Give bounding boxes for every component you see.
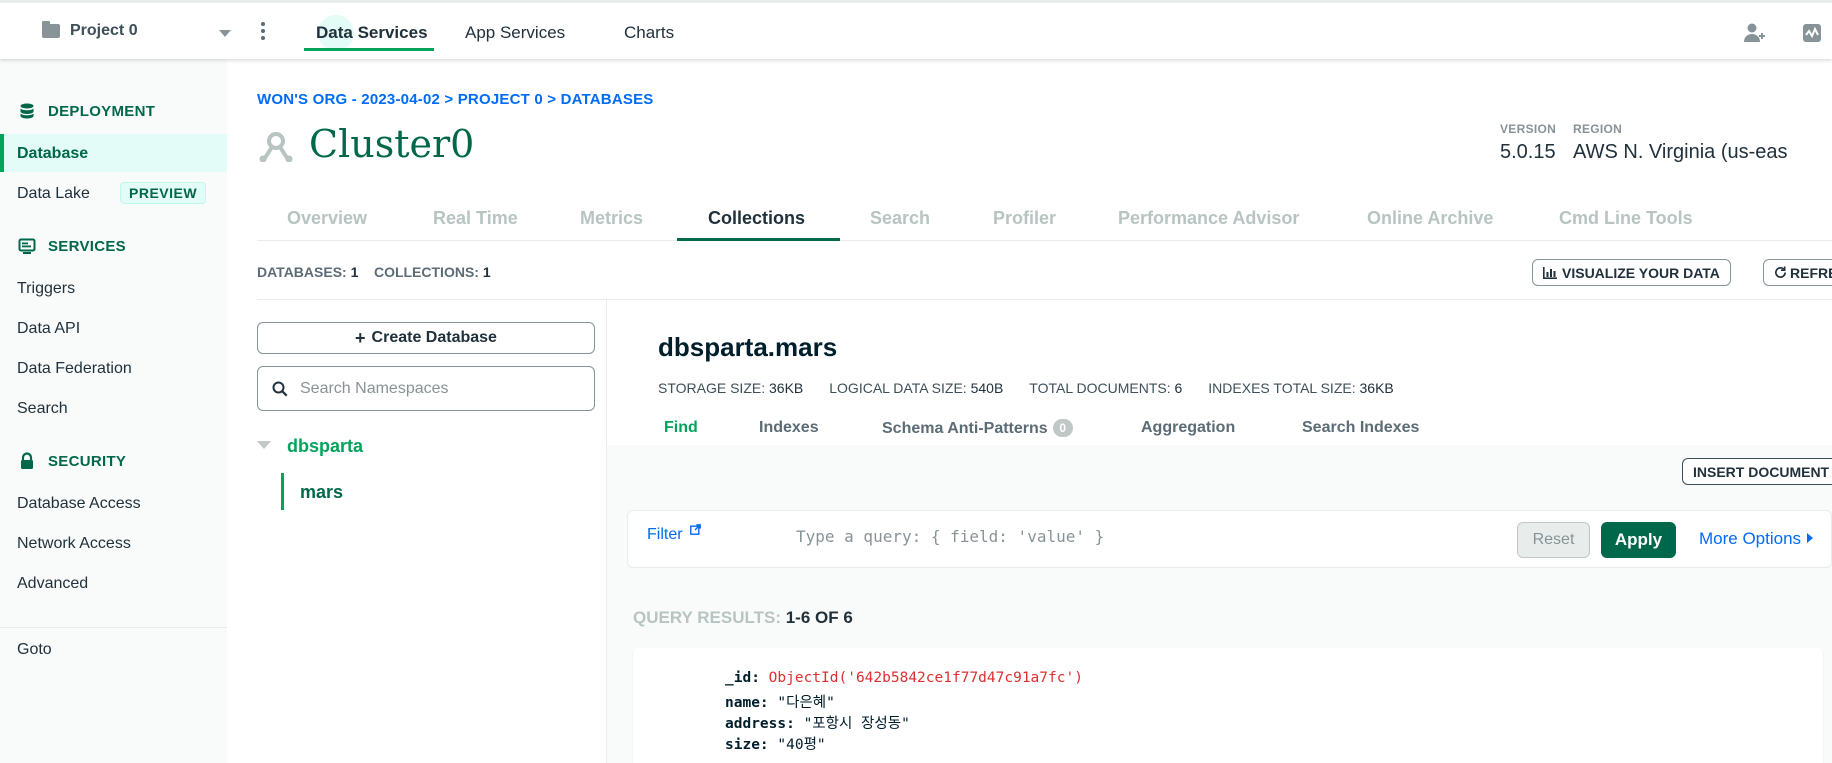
subtab-search-indexes[interactable]: Search Indexes: [1302, 419, 1419, 437]
apply-button[interactable]: Apply: [1601, 522, 1676, 558]
tab-performance-advisor[interactable]: Performance Advisor: [1118, 208, 1299, 229]
namespace-title: dbsparta.mars: [658, 332, 838, 362]
bar-chart-icon: [1543, 266, 1557, 279]
sidebar: DEPLOYMENT Database Data Lake PREVIEW SE…: [0, 59, 227, 763]
tab-cmd-line-tools[interactable]: Cmd Line Tools: [1559, 208, 1693, 229]
sidebar-item-data-api[interactable]: Data API: [17, 320, 80, 338]
subtab-indexes[interactable]: Indexes: [759, 419, 819, 437]
tab-real-time[interactable]: Real Time: [433, 208, 518, 229]
services-icon: [18, 238, 36, 254]
sidebar-item-triggers[interactable]: Triggers: [17, 280, 75, 298]
tab-search[interactable]: Search: [870, 208, 930, 229]
chevron-down-icon[interactable]: [257, 441, 271, 449]
tab-app-services[interactable]: App Services: [465, 23, 565, 43]
namespace-counts: DATABASES: 1 COLLECTIONS: 1: [257, 264, 491, 280]
version-label: VERSION: [1500, 122, 1557, 136]
content-divider: [257, 299, 1832, 300]
tab-profiler[interactable]: Profiler: [993, 208, 1056, 229]
query-results-count: QUERY RESULTS: 1-6 OF 6: [633, 608, 853, 627]
region-value: AWS N. Virginia (us-eas: [1573, 141, 1788, 163]
deployment-header: DEPLOYMENT: [18, 102, 155, 120]
database-icon: [20, 103, 34, 119]
preview-badge: PREVIEW: [120, 182, 207, 204]
caret-right-icon: [1807, 533, 1814, 543]
subtab-schema-anti-patterns[interactable]: Schema Anti-Patterns 0: [882, 419, 1073, 438]
project-name: Project 0: [70, 22, 138, 39]
more-options-link[interactable]: More Options: [1699, 529, 1814, 549]
logical-size-stat: LOGICAL DATA SIZE: 540B: [829, 380, 1004, 396]
storage-size-stat: STORAGE SIZE: 36KB: [658, 380, 804, 396]
tree-collection-mars[interactable]: mars: [300, 482, 343, 503]
doc-field-address: address: "포항시 장성동": [725, 716, 910, 732]
collection-active-indicator: [281, 473, 284, 510]
create-database-button[interactable]: + Create Database: [257, 322, 595, 354]
active-tab-indicator: [304, 48, 434, 51]
sidebar-item-goto[interactable]: Goto: [17, 641, 52, 659]
indexes-size-stat: INDEXES TOTAL SIZE: 36KB: [1208, 380, 1394, 396]
chevron-down-icon[interactable]: [219, 30, 231, 37]
refresh-icon: [1775, 266, 1786, 278]
kebab-icon[interactable]: [260, 22, 266, 42]
activity-icon[interactable]: [1800, 21, 1824, 45]
cluster-title: Cluster0: [309, 122, 475, 166]
project-selector[interactable]: Project 0: [42, 21, 138, 40]
sidebar-item-database[interactable]: Database: [17, 145, 88, 163]
services-header: SERVICES: [18, 237, 126, 255]
refresh-button[interactable]: REFRE: [1763, 259, 1832, 286]
sidebar-divider: [0, 627, 227, 628]
tree-database-dbsparta[interactable]: dbsparta: [287, 436, 363, 457]
external-link-icon[interactable]: [690, 524, 701, 535]
lock-icon: [21, 452, 33, 469]
doc-field-id: _id: ObjectId('642b5842ce1f77d47c91a7fc'…: [725, 670, 1083, 686]
sidebar-item-search[interactable]: Search: [17, 400, 68, 418]
filter-link[interactable]: Filter: [647, 526, 683, 544]
sidebar-item-advanced[interactable]: Advanced: [17, 575, 88, 593]
cluster-icon: [259, 132, 293, 162]
total-documents-stat: TOTAL DOCUMENTS: 6: [1029, 380, 1183, 396]
breadcrumb[interactable]: WON'S ORG - 2023-04-02 > PROJECT 0 > DAT…: [257, 91, 653, 108]
insert-document-button[interactable]: INSERT DOCUMENT: [1682, 458, 1832, 485]
active-tab-indicator: [677, 238, 840, 241]
tab-data-services[interactable]: Data Services: [316, 23, 428, 43]
version-value: 5.0.15: [1500, 141, 1556, 163]
query-input[interactable]: [796, 527, 1486, 546]
tabs-baseline: [257, 240, 1832, 241]
sidebar-item-network-access[interactable]: Network Access: [17, 535, 131, 553]
security-header: SECURITY: [18, 452, 126, 470]
tab-collections[interactable]: Collections: [708, 208, 805, 229]
namespace-stats: STORAGE SIZE: 36KB LOGICAL DATA SIZE: 54…: [658, 380, 1394, 396]
sidebar-item-database-access[interactable]: Database Access: [17, 495, 141, 513]
top-nav-bar: Project 0 Data Services App Services Cha…: [0, 0, 1832, 59]
add-user-icon[interactable]: [1742, 21, 1766, 45]
sidebar-item-data-lake[interactable]: Data Lake: [17, 185, 90, 203]
tab-charts[interactable]: Charts: [624, 23, 674, 43]
tab-online-archive[interactable]: Online Archive: [1367, 208, 1493, 229]
reset-button[interactable]: Reset: [1517, 522, 1590, 558]
tab-overview[interactable]: Overview: [287, 208, 367, 229]
region-label: REGION: [1573, 122, 1623, 136]
plus-icon: +: [355, 328, 366, 348]
doc-field-name: name: "다은혜": [725, 695, 835, 711]
subtab-aggregation[interactable]: Aggregation: [1141, 419, 1235, 437]
folder-icon: [42, 21, 60, 38]
subtab-find[interactable]: Find: [664, 419, 698, 437]
sidebar-item-data-federation[interactable]: Data Federation: [17, 360, 132, 378]
search-namespaces-input[interactable]: [300, 379, 580, 398]
tab-metrics[interactable]: Metrics: [580, 208, 643, 229]
visualize-data-button[interactable]: VISUALIZE YOUR DATA: [1532, 259, 1731, 286]
doc-field-size: size: "40평": [725, 737, 826, 753]
search-icon: [272, 381, 288, 396]
anti-patterns-count-badge: 0: [1052, 419, 1073, 437]
namespace-search-box[interactable]: [257, 366, 595, 411]
